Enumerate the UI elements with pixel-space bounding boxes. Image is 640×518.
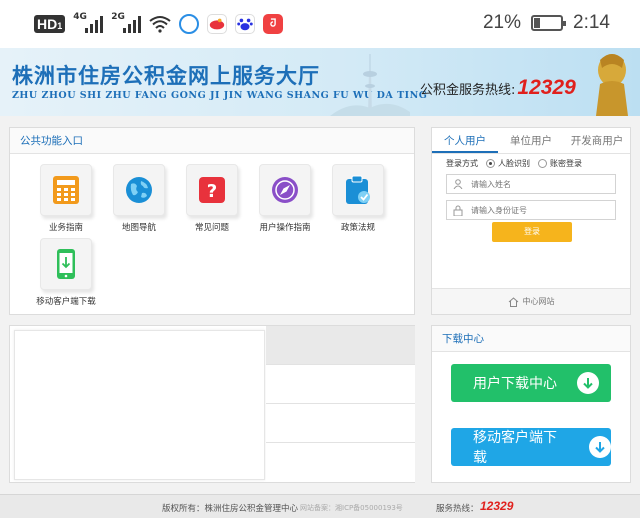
download-center-panel: 下载中心 用户下载中心 移动客户端下载 — [431, 325, 631, 483]
login-panel: 个人用户 单位用户 开发商用户 登录方式 人脸识别 账密登录 登录 中心网站 — [431, 127, 631, 315]
footer-icp[interactable]: 网站备案：湘ICP备05000193号 — [300, 503, 403, 513]
site-banner: 株洲市住房公积金网上服务大厅 ZHU ZHOU SHI ZHU FANG GON… — [0, 48, 640, 116]
signal-sim1-icon: 4G — [73, 12, 104, 33]
app-notification-weibo-icon — [207, 14, 228, 34]
news-panel — [9, 325, 415, 483]
user-guide-button[interactable]: 用户操作指南 — [249, 164, 321, 233]
footer-hotline-label: 服务热线： — [436, 504, 479, 514]
news-list-item[interactable] — [266, 365, 415, 404]
news-list-item[interactable] — [266, 443, 415, 482]
name-input[interactable] — [471, 179, 601, 189]
lock-icon — [453, 205, 463, 216]
login-method-row: 登录方式 人脸识别 账密登录 — [446, 158, 582, 169]
id-number-input[interactable] — [471, 205, 601, 215]
download-arrow-icon — [589, 436, 611, 458]
download-center-title: 下载中心 — [432, 326, 630, 352]
tab-developer-user[interactable]: 开发商用户 — [564, 128, 630, 153]
public-functions-title: 公共功能入口 — [10, 128, 414, 154]
battery-icon — [531, 15, 567, 31]
faq-button[interactable]: ? 常见问题 — [176, 164, 248, 233]
status-bar: HD1 4G 2G 21% 2:14 — [0, 0, 640, 48]
tv-tower-image — [330, 54, 410, 116]
download-arrow-icon — [577, 372, 599, 394]
map-navigation-button[interactable]: 地图导航 — [103, 164, 175, 233]
battery-percent: 21% — [482, 12, 522, 33]
person-icon — [453, 179, 463, 189]
user-type-tabs: 个人用户 单位用户 开发商用户 — [432, 128, 630, 154]
svg-text:?: ? — [207, 181, 217, 202]
user-download-center-button[interactable]: 用户下载中心 — [451, 364, 611, 402]
mobile-client-download-button[interactable]: 移动客户端下载 — [30, 238, 102, 307]
news-list-item[interactable] — [266, 326, 415, 365]
center-website-link[interactable]: 中心网站 — [432, 288, 630, 314]
footer-copyright: 版权所有：株洲住房公积金管理中心 — [162, 504, 299, 514]
app-notification-toutiao-icon — [263, 14, 284, 34]
wifi-icon — [149, 16, 171, 33]
id-number-field[interactable] — [446, 200, 616, 220]
site-title: 株洲市住房公积金网上服务大厅 — [12, 64, 320, 88]
globe-icon — [113, 164, 165, 216]
app-notification-baidu-icon — [235, 14, 256, 34]
business-guide-button[interactable]: 业务指南 — [30, 164, 102, 233]
name-field[interactable] — [446, 174, 616, 194]
mobile-download-icon — [40, 238, 92, 290]
password-login-option[interactable]: 账密登录 — [538, 158, 582, 169]
hd-indicator: HD1 — [34, 15, 66, 33]
public-functions-panel: 公共功能入口 业务指南 地图导航 ? 常见问题 用户操作指南 政策法规 移动客户… — [9, 127, 415, 315]
calculator-icon — [40, 164, 92, 216]
mobile-client-download-cta[interactable]: 移动客户端下载 — [451, 428, 611, 466]
footer-hotline-number: 12329 — [480, 499, 514, 513]
news-list — [266, 326, 415, 482]
compass-icon — [259, 164, 311, 216]
radio-empty-icon — [538, 159, 547, 168]
footer: 版权所有：株洲住房公积金管理中心 网站备案：湘ICP备05000193号 服务热… — [0, 494, 640, 518]
question-icon: ? — [186, 164, 238, 216]
clock: 2:14 — [573, 12, 610, 33]
policy-regulations-button[interactable]: 政策法规 — [322, 164, 394, 233]
clipboard-check-icon — [332, 164, 384, 216]
radio-selected-icon — [486, 159, 495, 168]
home-icon — [508, 296, 518, 307]
login-button[interactable]: 登录 — [492, 222, 572, 242]
app-notification-qq-icon — [179, 14, 200, 34]
login-method-label: 登录方式 — [446, 159, 478, 168]
face-recognition-option[interactable]: 人脸识别 — [486, 158, 530, 169]
news-image-area[interactable] — [14, 330, 265, 480]
banner-hotline: 公积金服务热线: 12329 — [420, 76, 576, 99]
news-list-item[interactable] — [266, 404, 415, 443]
signal-sim2-icon: 2G — [111, 12, 142, 33]
golden-statue-image — [596, 54, 628, 116]
tab-company-user[interactable]: 单位用户 — [498, 128, 564, 153]
tab-personal-user[interactable]: 个人用户 — [432, 128, 498, 153]
